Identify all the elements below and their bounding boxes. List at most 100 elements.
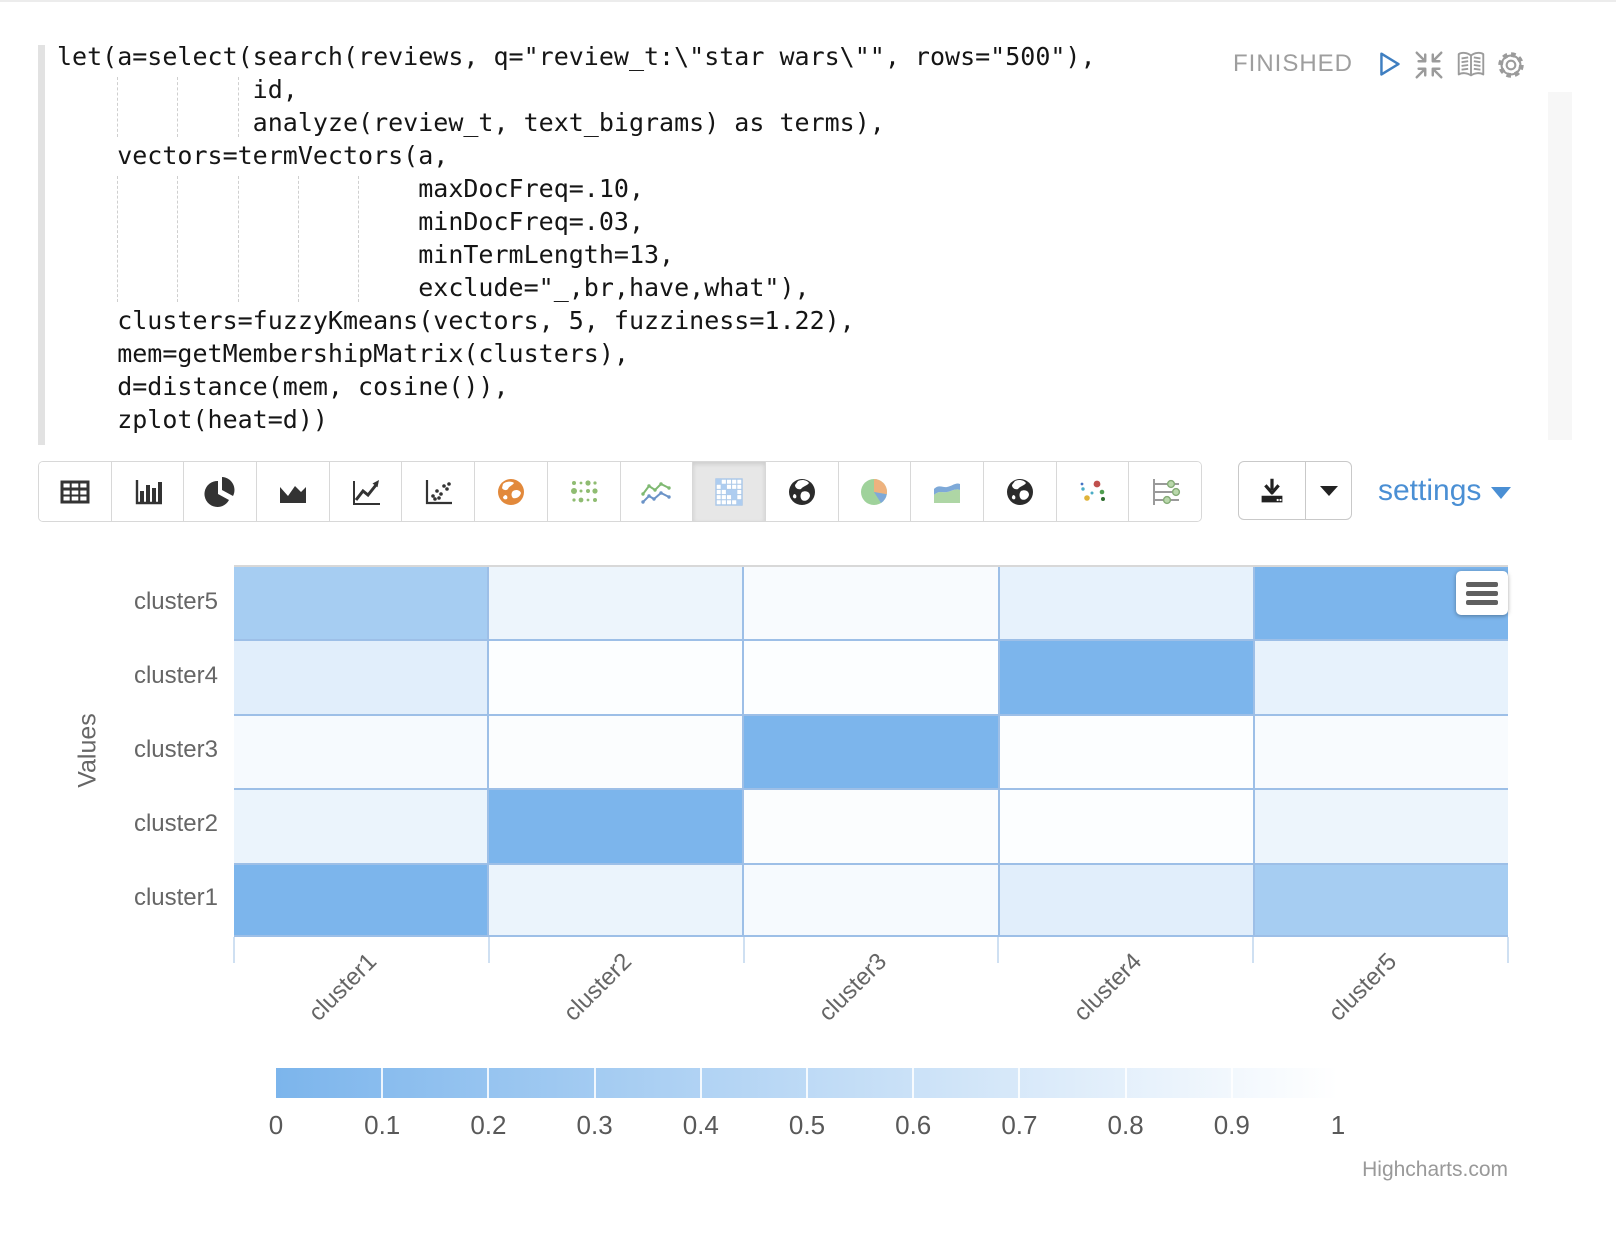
heatmap-cell-cluster2-cluster3[interactable]	[489, 716, 742, 788]
indent-guide-line	[298, 176, 299, 302]
heatmap-cell-cluster4-cluster1[interactable]	[1000, 865, 1253, 937]
legend-tick-separator	[1125, 1068, 1127, 1098]
legend-tick-label: 0.5	[767, 1110, 847, 1141]
legend-tick-label: 0.9	[1192, 1110, 1272, 1141]
heatmap-cell-cluster3-cluster1[interactable]	[744, 865, 997, 937]
line-chart-icon	[348, 474, 384, 510]
book-icon[interactable]	[1454, 48, 1488, 82]
indent-guide-line	[177, 176, 178, 302]
legend-tick-label: 0.8	[1086, 1110, 1166, 1141]
chart-type-bubble-grid-button[interactable]	[548, 462, 621, 521]
x-axis-tick	[997, 937, 999, 963]
globe-dark2-icon	[1002, 474, 1038, 510]
legend-tick-separator	[806, 1068, 808, 1098]
code-line: d=distance(mem, cosine()),	[57, 370, 1096, 403]
heatmap-cell-cluster1-cluster1[interactable]	[234, 865, 487, 937]
heatmap-cell-cluster5-cluster2[interactable]	[1255, 790, 1508, 862]
page-top-border	[0, 0, 1616, 2]
heatmap-cell-cluster1-cluster3[interactable]	[234, 716, 487, 788]
heatmap-cell-cluster4-cluster3[interactable]	[1000, 716, 1253, 788]
download-icon	[1255, 474, 1289, 508]
multi-line-chart-icon	[638, 474, 674, 510]
heatmap-cell-cluster2-cluster4[interactable]	[489, 641, 742, 713]
heatmap-cell-cluster2-cluster2[interactable]	[489, 790, 742, 862]
chart-type-scatter-colored-button[interactable]	[1057, 462, 1130, 521]
y-axis-title: Values	[74, 651, 103, 851]
heatmap-cell-cluster1-cluster4[interactable]	[234, 641, 487, 713]
heatmap-cell-cluster1-cluster2[interactable]	[234, 790, 487, 862]
x-axis-tick	[1507, 937, 1509, 963]
heatmap-cell-cluster3-cluster3[interactable]	[744, 716, 997, 788]
indent-guide-line	[117, 77, 118, 137]
code-line: maxDocFreq=.10,	[57, 172, 1096, 205]
indent-guide-line	[117, 176, 118, 302]
heatmap-cell-cluster4-cluster5[interactable]	[1000, 567, 1253, 639]
code-line: clusters=fuzzyKmeans(vectors, 5, fuzzine…	[57, 304, 1096, 337]
legend-tick-label: 0.7	[979, 1110, 1059, 1141]
chart-type-bar-button[interactable]	[112, 462, 185, 521]
download-split-button	[1238, 461, 1352, 520]
code-line: mem=getMembershipMatrix(clusters),	[57, 337, 1096, 370]
y-axis-label-cluster3: cluster3	[8, 736, 218, 764]
chevron-down-icon	[1318, 484, 1340, 498]
code-line: let(a=select(search(reviews, q="review_t…	[57, 40, 1096, 73]
heatmap-cell-cluster5-cluster1[interactable]	[1255, 865, 1508, 937]
heatmap-cell-cluster2-cluster1[interactable]	[489, 865, 742, 937]
download-options-button[interactable]	[1306, 462, 1351, 519]
download-button[interactable]	[1239, 462, 1306, 519]
pie-chart-icon	[202, 474, 238, 510]
chart-context-menu-button[interactable]	[1456, 571, 1508, 615]
scatter-colored-icon	[1074, 474, 1110, 510]
heatmap-cell-cluster3-cluster5[interactable]	[744, 567, 997, 639]
table-icon	[57, 474, 93, 510]
heatmap-cell-cluster4-cluster2[interactable]	[1000, 790, 1253, 862]
code-line: exclude="_,br,have,what"),	[57, 271, 1096, 304]
settings-toggle[interactable]: settings	[1378, 474, 1511, 508]
heatmap-cell-cluster2-cluster5[interactable]	[489, 567, 742, 639]
chart-type-line-button[interactable]	[330, 462, 403, 521]
chart-type-map-button[interactable]	[475, 462, 548, 521]
globe-orange-icon	[493, 474, 529, 510]
chart-type-pie-button[interactable]	[184, 462, 257, 521]
collapse-icon[interactable]	[1412, 48, 1446, 82]
code-line: zplot(heat=d))	[57, 403, 1096, 436]
chart-type-scatter-button[interactable]	[402, 462, 475, 521]
chart-type-heatmap-button[interactable]	[693, 462, 766, 521]
gear-icon[interactable]	[1494, 48, 1528, 82]
y-axis-label-cluster2: cluster2	[8, 810, 218, 838]
editor-scrollbar[interactable]	[1548, 92, 1572, 440]
chart-type-parallel-button[interactable]	[1129, 462, 1201, 521]
chart-type-pie-colored-button[interactable]	[839, 462, 912, 521]
code-editor[interactable]: let(a=select(search(reviews, q="review_t…	[57, 40, 1096, 436]
legend-tick-separator	[700, 1068, 702, 1098]
legend-tick-separator	[487, 1068, 489, 1098]
caret-down-icon	[1491, 487, 1511, 499]
indent-guide-line	[358, 176, 359, 302]
highcharts-credits[interactable]: Highcharts.com	[1362, 1158, 1508, 1182]
heatmap-cell-cluster3-cluster2[interactable]	[744, 790, 997, 862]
heatmap-cell-cluster3-cluster4[interactable]	[744, 641, 997, 713]
scatter-plot-icon	[420, 474, 456, 510]
chart-type-area-button[interactable]	[257, 462, 330, 521]
x-axis-tick	[488, 937, 490, 963]
legend-tick-separator	[594, 1068, 596, 1098]
paragraph-status: FINISHED	[1233, 50, 1353, 78]
heatmap-cell-cluster5-cluster3[interactable]	[1255, 716, 1508, 788]
pie-colored-icon	[856, 474, 892, 510]
settings-label: settings	[1378, 474, 1481, 508]
chart-type-toolbar	[38, 461, 1202, 522]
x-axis-tick	[1252, 937, 1254, 963]
indent-guide-line	[238, 77, 239, 137]
chart-type-multi-line-button[interactable]	[621, 462, 694, 521]
heatmap-cell-cluster1-cluster5[interactable]	[234, 567, 487, 639]
heatmap-cell-cluster4-cluster4[interactable]	[1000, 641, 1253, 713]
chart-type-area-colored-button[interactable]	[911, 462, 984, 521]
chart-type-globe2-button[interactable]	[984, 462, 1057, 521]
heatmap-cell-cluster5-cluster4[interactable]	[1255, 641, 1508, 713]
run-icon[interactable]	[1372, 48, 1406, 82]
legend-tick-label: 0.4	[661, 1110, 741, 1141]
heatmap-plot-area	[234, 565, 1508, 937]
bubble-grid-icon	[566, 474, 602, 510]
chart-type-globe-button[interactable]	[766, 462, 839, 521]
chart-type-table-button[interactable]	[39, 462, 112, 521]
